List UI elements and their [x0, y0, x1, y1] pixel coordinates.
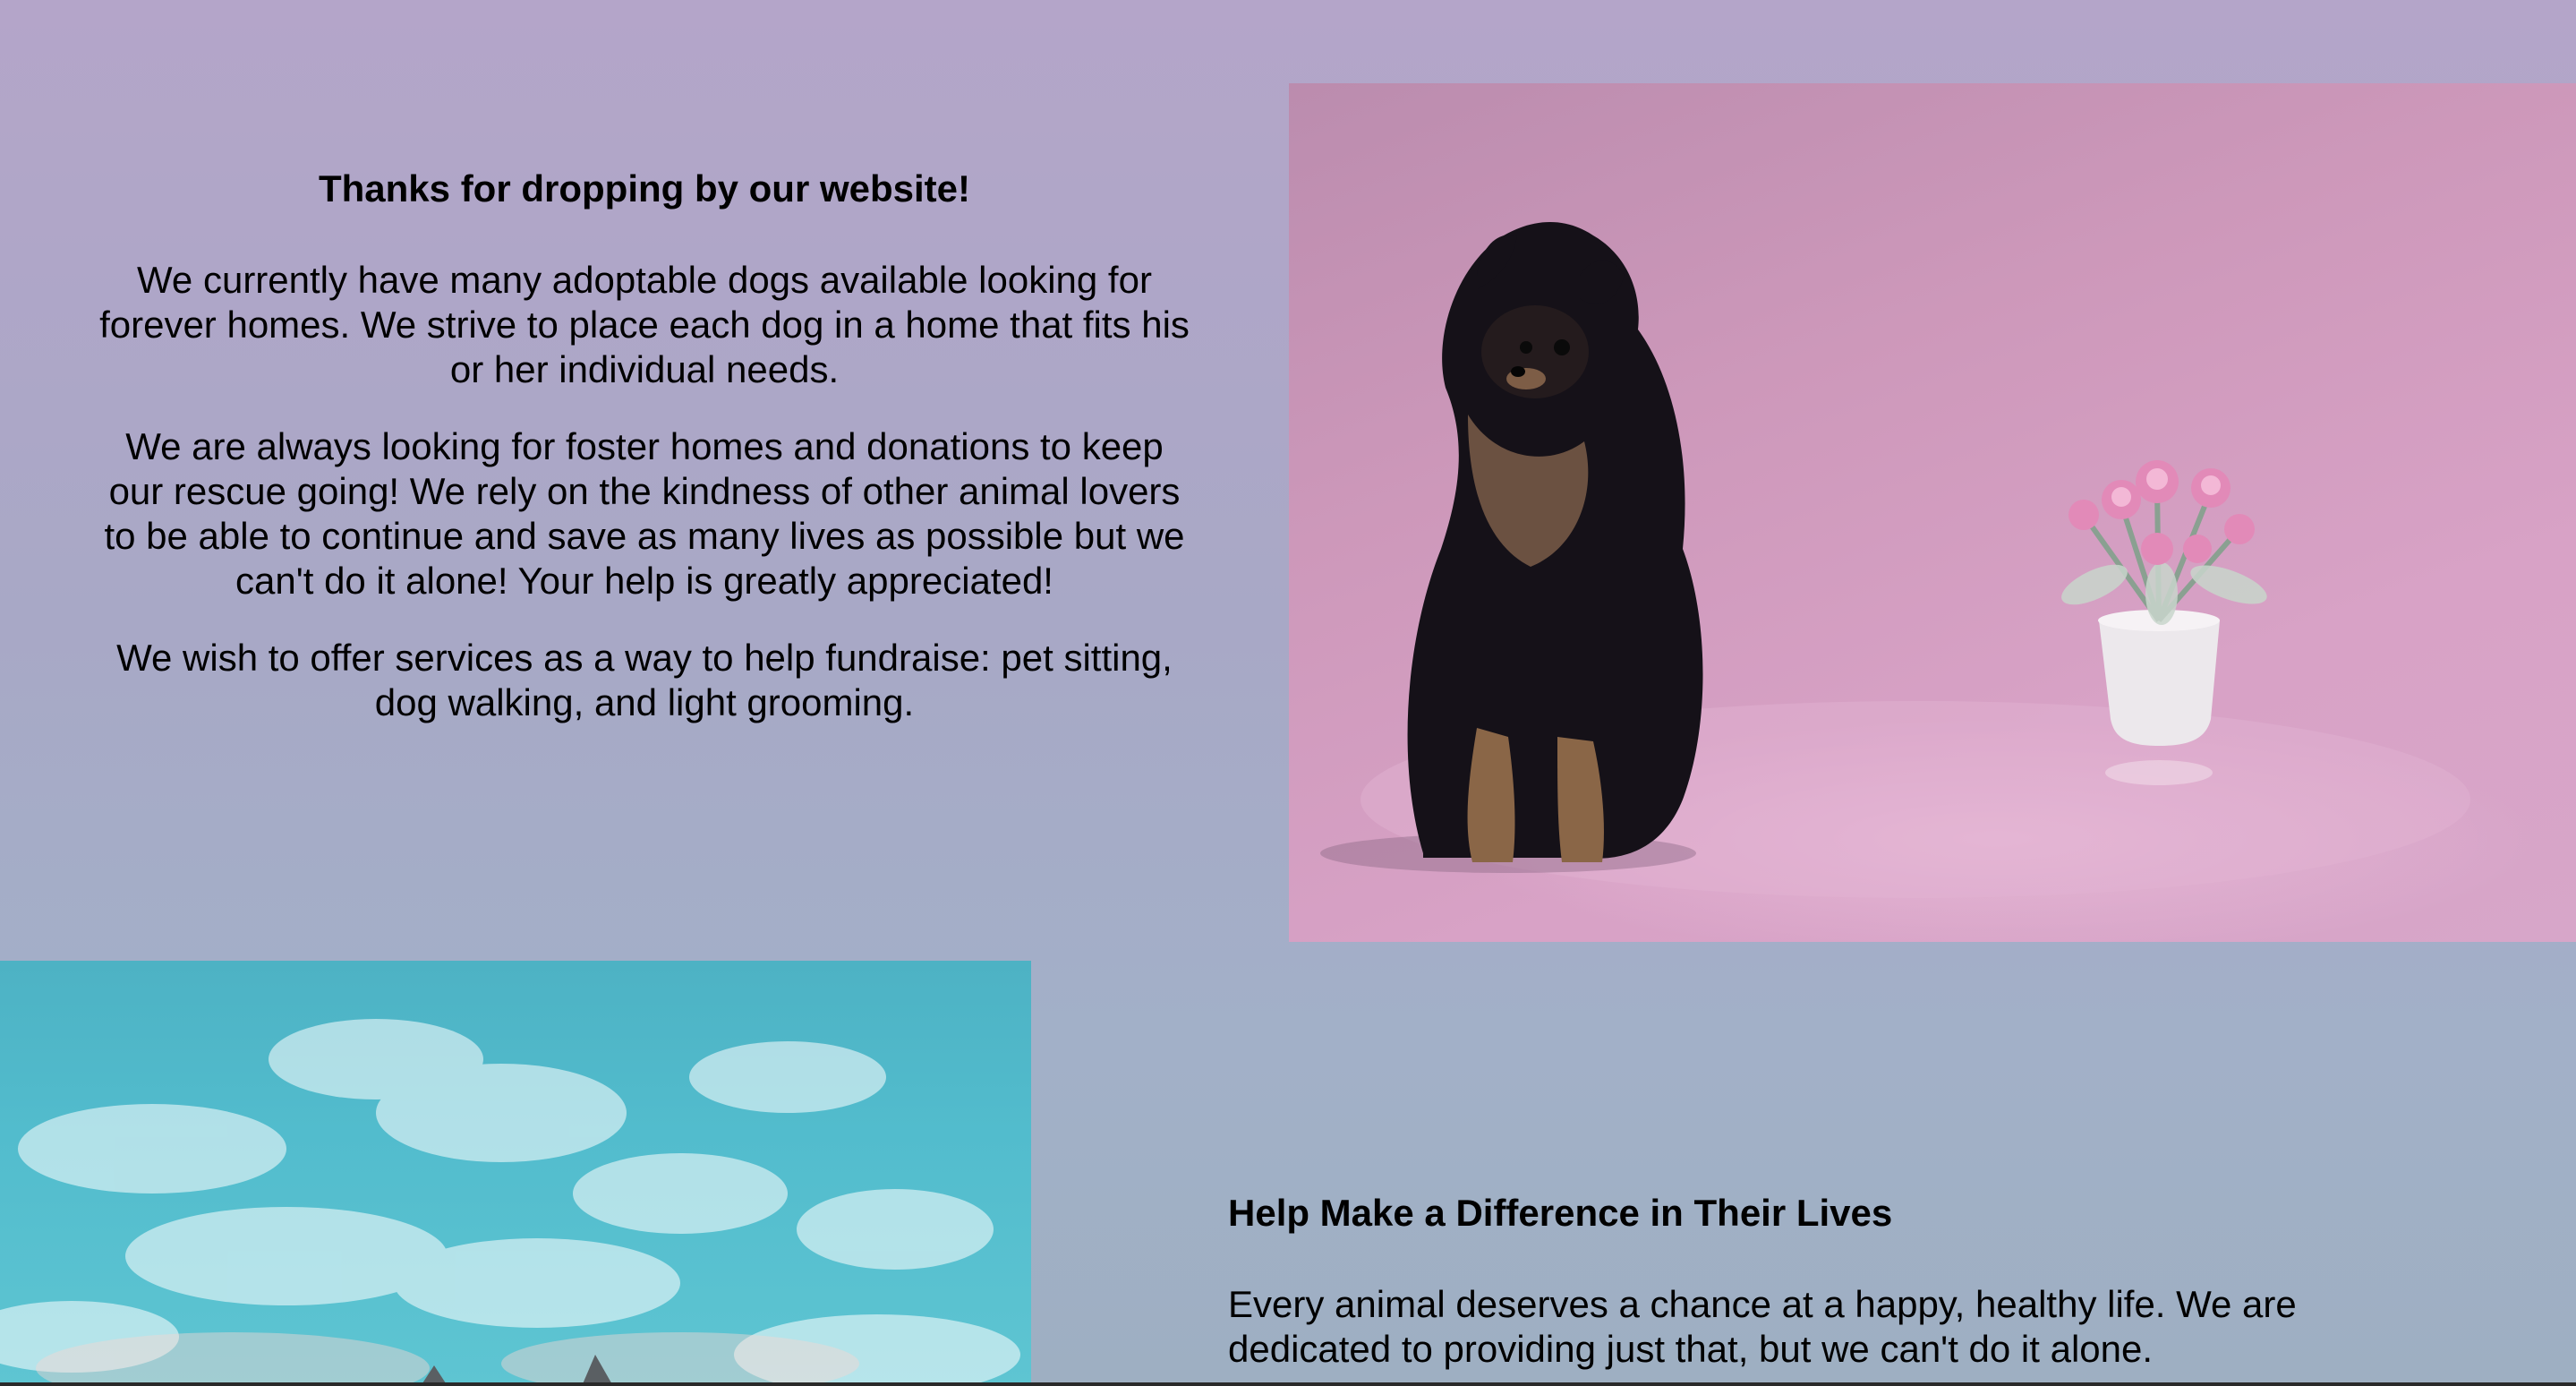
pomeranian-illustration — [1320, 222, 2470, 898]
pomeranian-photo — [1289, 83, 2576, 942]
difference-heading: Help Make a Difference in Their Lives — [1228, 1192, 1893, 1234]
welcome-paragraph-adoptable: We currently have many adoptable dogs av… — [99, 259, 1190, 391]
sky-photo — [0, 961, 1031, 1386]
difference-section: Help Make a Difference in Their Lives Ev… — [1228, 1191, 2302, 1372]
window-bottom-edge — [0, 1382, 2576, 1386]
difference-paragraph: Every animal deserves a chance at a happ… — [1228, 1283, 2297, 1371]
clouds — [0, 1019, 1020, 1386]
welcome-paragraph-foster: We are always looking for foster homes a… — [104, 425, 1185, 603]
welcome-heading: Thanks for dropping by our website! — [318, 167, 971, 210]
welcome-section: Thanks for dropping by our website! We c… — [98, 167, 1190, 757]
welcome-paragraph-services: We wish to offer services as a way to he… — [116, 637, 1173, 724]
sky-clouds-illustration — [0, 1019, 1020, 1386]
